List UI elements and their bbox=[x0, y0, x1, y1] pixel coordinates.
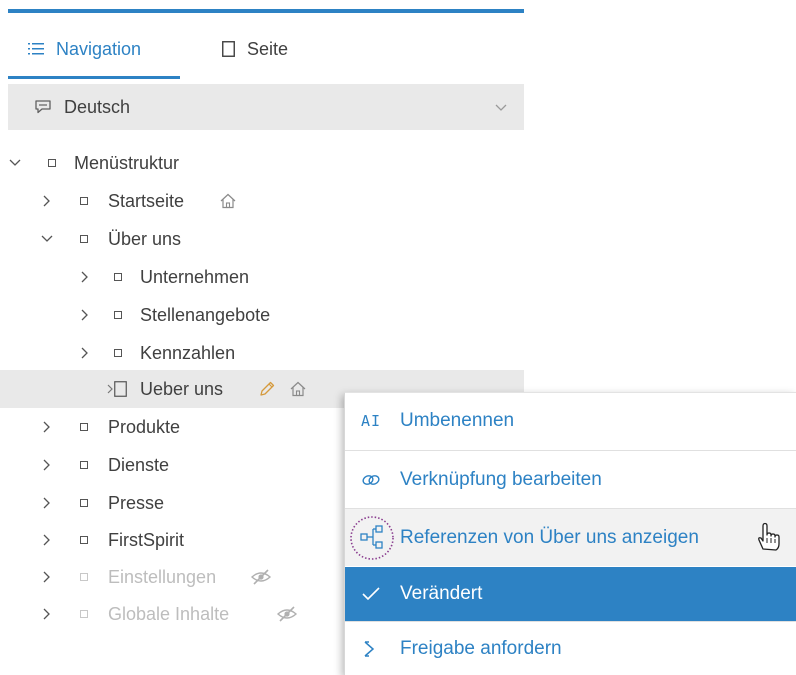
node-icon bbox=[80, 197, 88, 205]
chevron-right-icon[interactable] bbox=[78, 270, 92, 284]
checkmark-icon bbox=[361, 586, 381, 602]
tree-item-label: Stellenangebote bbox=[140, 304, 271, 325]
node-icon bbox=[114, 311, 122, 319]
menu-item-label: Freigabe anfordern bbox=[400, 638, 562, 659]
rename-icon: AI bbox=[361, 412, 382, 430]
tree-item-label: Globale Inhalte bbox=[108, 603, 230, 624]
language-select[interactable]: Deutsch bbox=[8, 84, 524, 130]
tree-item-label: Unternehmen bbox=[140, 266, 250, 287]
tree-item-label: Über uns bbox=[108, 228, 182, 249]
node-icon bbox=[114, 349, 122, 357]
node-icon bbox=[80, 536, 88, 544]
eye-slash-icon bbox=[276, 605, 298, 623]
context-menu: AI Umbenennen Verknüpfung bearbeiten Ref… bbox=[344, 392, 796, 675]
active-tab-indicator bbox=[8, 76, 180, 79]
tree-item-kennzahlen[interactable]: Kennzahlen bbox=[0, 334, 524, 372]
node-icon bbox=[80, 499, 88, 507]
sitemap-icon bbox=[347, 514, 397, 562]
tree-item-startseite[interactable]: Startseite bbox=[0, 182, 524, 220]
tab-navigation-label: Navigation bbox=[56, 38, 142, 59]
tree-item-label: Produkte bbox=[108, 416, 181, 437]
eye-slash-icon bbox=[250, 568, 272, 586]
chevron-right-icon[interactable] bbox=[40, 458, 54, 472]
list-icon bbox=[28, 42, 44, 56]
node-icon bbox=[48, 159, 56, 167]
hand-pointer-icon bbox=[755, 522, 781, 552]
home-icon bbox=[289, 380, 307, 398]
chevron-right-icon bbox=[106, 383, 114, 395]
page-icon bbox=[114, 381, 127, 397]
chevron-down-icon[interactable] bbox=[8, 156, 22, 170]
chevron-right-icon[interactable] bbox=[40, 533, 54, 547]
tree-item-stellenangebote[interactable]: Stellenangebote bbox=[0, 296, 524, 334]
menu-item-show-references[interactable]: Referenzen von Über uns anzeigen bbox=[345, 509, 796, 566]
tab-page-label: Seite bbox=[247, 38, 289, 59]
tree-item-label: FirstSpirit bbox=[108, 529, 184, 550]
node-icon bbox=[80, 573, 88, 581]
node-icon bbox=[80, 423, 88, 431]
tree-item-label: Dienste bbox=[108, 454, 170, 475]
speech-bubble-icon bbox=[34, 99, 52, 115]
tree-item-label: Kennzahlen bbox=[140, 342, 236, 363]
tab-navigation[interactable]: Navigation bbox=[8, 20, 180, 78]
menu-item-rename[interactable]: AI Umbenennen bbox=[345, 393, 796, 449]
menu-item-edit-link[interactable]: Verknüpfung bearbeiten bbox=[345, 451, 796, 508]
menu-item-changed[interactable]: Verändert bbox=[345, 567, 796, 621]
tree-item-ueber-uns[interactable]: Über uns bbox=[0, 220, 524, 258]
tab-page[interactable]: Seite bbox=[222, 20, 342, 78]
link-icon bbox=[361, 472, 381, 488]
node-icon bbox=[80, 235, 88, 243]
tree-item-label: Presse bbox=[108, 492, 165, 513]
chevron-stage-icon bbox=[361, 640, 379, 658]
tree-item-label: Startseite bbox=[108, 190, 185, 211]
page-icon bbox=[222, 41, 235, 57]
menu-item-label: Verändert bbox=[400, 583, 483, 604]
chevron-right-icon[interactable] bbox=[40, 420, 54, 434]
chevron-down-icon[interactable] bbox=[40, 232, 54, 246]
pencil-icon[interactable] bbox=[258, 380, 276, 398]
chevron-right-icon[interactable] bbox=[40, 607, 54, 621]
home-icon bbox=[219, 192, 237, 210]
tree-item-label: Menüstruktur bbox=[74, 152, 180, 173]
menu-item-label: Verknüpfung bearbeiten bbox=[400, 468, 602, 490]
node-icon bbox=[114, 273, 122, 281]
chevron-right-icon[interactable] bbox=[78, 308, 92, 322]
tree-item-label: Ueber uns bbox=[140, 378, 224, 399]
tree-item-label: Einstellungen bbox=[108, 566, 217, 587]
tree-root[interactable]: Menüstruktur bbox=[0, 144, 524, 182]
panel-top-accent-bar bbox=[8, 9, 524, 13]
menu-item-label: Umbenennen bbox=[400, 410, 515, 431]
tree-item-unternehmen[interactable]: Unternehmen bbox=[0, 258, 524, 296]
menu-item-label: Referenzen von Über uns anzeigen bbox=[400, 526, 699, 548]
language-select-value: Deutsch bbox=[64, 96, 131, 117]
chevron-right-icon[interactable] bbox=[78, 346, 92, 360]
node-icon bbox=[80, 610, 88, 618]
chevron-right-icon[interactable] bbox=[40, 570, 54, 584]
chevron-down-icon bbox=[494, 99, 508, 120]
chevron-right-icon[interactable] bbox=[40, 194, 54, 208]
node-icon bbox=[80, 461, 88, 469]
chevron-right-icon[interactable] bbox=[40, 496, 54, 510]
menu-item-request-release[interactable]: Freigabe anfordern bbox=[345, 622, 796, 675]
